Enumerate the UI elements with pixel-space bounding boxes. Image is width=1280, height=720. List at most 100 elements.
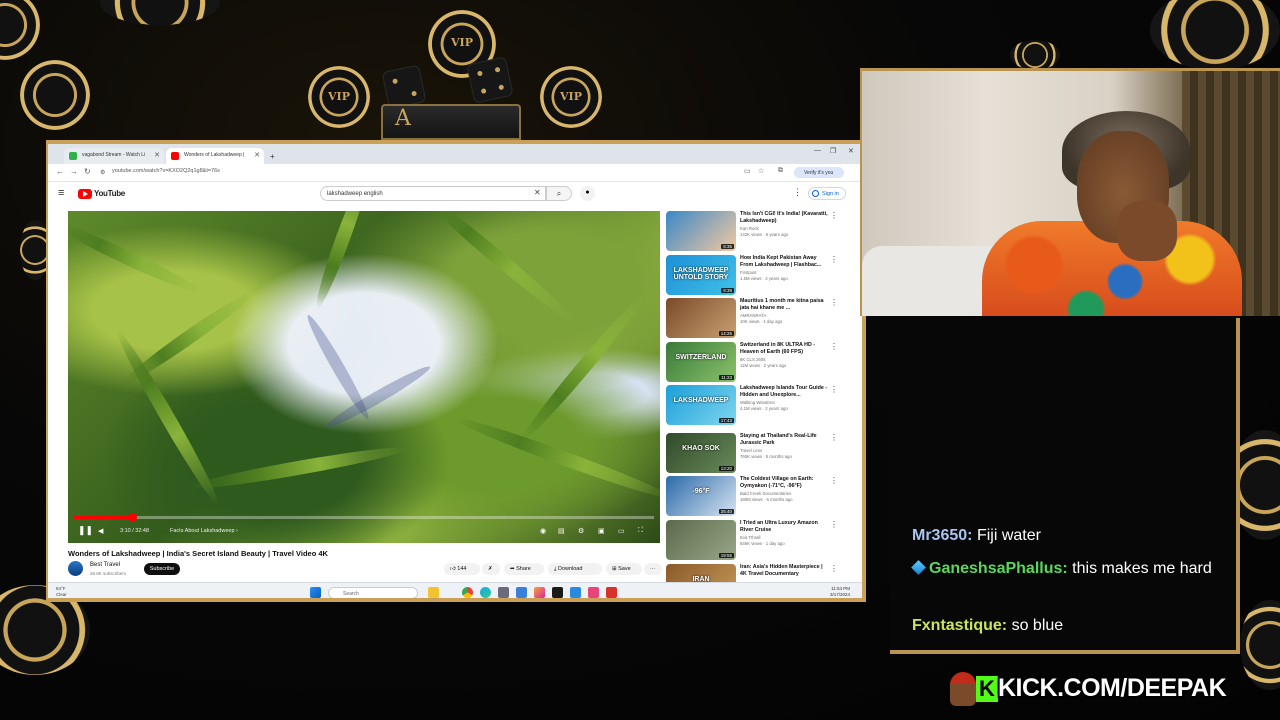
edge-icon[interactable] [480,587,491,598]
recommended-video[interactable]: LAKSHADWEEP 17:43 Lakshadweep Islands Tour… [666,385,846,429]
app-icon[interactable] [552,587,563,598]
chat-username[interactable]: Mr3650 [912,527,967,544]
recommended-title[interactable]: I Tried an Ultra Luxury Amazon River Cru… [740,520,828,534]
windows-start-icon[interactable] [310,587,321,598]
recommended-video[interactable]: 19:55 I Tried an Ultra Luxury Amazon Rive… [666,520,846,564]
more-options-icon[interactable]: ⋮ [830,520,838,529]
channel-name[interactable]: Best Travel [90,562,120,568]
recommended-title[interactable]: Lakshadweep Islands Tour Guide - Hidden … [740,385,828,399]
autoplay-toggle-icon[interactable]: ◉ [540,527,546,535]
recommended-title[interactable]: How India Kept Pakistan Away From Laksha… [740,255,828,269]
recommended-title[interactable]: Mauritius 1 month me kitna paisa jata ha… [740,298,828,312]
video-progress-bar[interactable] [74,513,654,522]
recommended-video[interactable]: KHAO SOK 13:20 Staying at Thailand's Real-… [666,433,846,477]
settings-more-icon[interactable]: ⋮ [793,187,802,198]
video-thumbnail[interactable]: LAKSHADWEEP UNTOLD STORY 9:39 [666,255,736,295]
save-button[interactable]: ⊞ Save [606,563,642,575]
like-button[interactable]: 👍︎ 144 [444,563,480,575]
video-thumbnail[interactable]: -96°F 25:40 [666,476,736,516]
cast-icon[interactable]: ▭ [744,167,751,175]
new-tab-button[interactable]: + [266,148,280,164]
share-button[interactable]: ➦ Share [504,563,544,575]
volume-icon[interactable]: ◀ [98,527,103,535]
sign-in-button[interactable]: Sign in [808,187,846,200]
dislike-button[interactable]: ✗ [482,563,500,575]
recommended-video[interactable]: 14:25 Mauritius 1 month me kitna paisa ja… [666,298,846,342]
progress-scrubber[interactable] [128,513,137,522]
more-actions-button[interactable]: ··· [644,563,662,575]
more-options-icon[interactable]: ⋮ [830,298,838,307]
close-tab-icon[interactable]: ✕ [254,151,260,159]
more-options-icon[interactable]: ⋮ [830,255,838,264]
recommended-title[interactable]: This Isn't CGI! It's India! (Kavaratti, … [740,211,828,225]
download-button[interactable]: ⤓ Download [548,563,602,575]
extensions-icon[interactable]: ⧉ [778,167,783,175]
recommended-video[interactable]: 8:35 This Isn't CGI! It's India! (Kavarat… [666,211,846,255]
more-options-icon[interactable]: ⋮ [830,385,838,394]
recommended-title[interactable]: Staying at Thailand's Real-Life Jurassic… [740,433,828,447]
close-window-icon[interactable]: ✕ [848,147,854,155]
microphone-icon[interactable]: ● [580,186,595,201]
search-input[interactable]: lakshadweep english [320,186,546,201]
more-options-icon[interactable]: ⋮ [830,342,838,351]
chat-username[interactable]: GaneshsaPhallus [929,560,1062,577]
chapter-title[interactable]: Facts About Lakshadweep › [170,528,238,534]
video-thumbnail[interactable]: SWITZERLAND 11:23 [666,342,736,382]
reload-icon[interactable]: ↻ [84,167,91,176]
video-thumbnail[interactable]: KHAO SOK 13:20 [666,433,736,473]
minimize-icon[interactable]: — [814,147,821,154]
more-options-icon[interactable]: ⋮ [830,433,838,442]
fullscreen-icon[interactable]: ⛶ [638,527,643,535]
recommended-video[interactable]: SWITZERLAND 11:23 Switzerland in 8K ULTRA … [666,342,846,386]
store-icon[interactable] [516,587,527,598]
tab-kick-stream[interactable]: vagabond Stream - Watch Li ✕ [64,148,164,164]
maximize-icon[interactable]: ❐ [830,147,836,155]
youtube-logo-icon[interactable] [78,189,92,199]
url-field[interactable]: youtube.com/watch?v=KXO2Q2q1g8&t=76s [112,168,672,178]
video-player[interactable]: ❚❚ ◀ 3:10 / 32:48 Facts About Lakshadwee… [68,211,660,543]
youtube-logo-text[interactable]: YouTube [94,189,125,198]
more-options-icon[interactable]: ⋮ [830,476,838,485]
video-thumbnail[interactable]: 8:35 [666,211,736,251]
more-options-icon[interactable]: ⋮ [830,564,838,573]
weather-widget[interactable]: 84°F Clear [56,586,67,598]
app-icon[interactable] [570,587,581,598]
file-explorer-icon[interactable] [428,587,439,598]
recommended-title[interactable]: The Coldest Village on Earth: Oymyakon (… [740,476,828,490]
miniplayer-icon[interactable]: ▣ [598,527,605,535]
recommended-title[interactable]: Switzerland in 8K ULTRA HD - Heaven of E… [740,342,828,356]
bookmark-star-icon[interactable]: ☆ [758,167,764,175]
subscribe-button[interactable]: Subscribe [144,563,180,575]
more-options-icon[interactable]: ⋮ [830,211,838,220]
site-info-icon[interactable]: ⚙ [100,169,105,176]
settings-app-icon[interactable] [498,587,509,598]
verify-button[interactable]: Verify it's you [794,167,844,178]
channel-avatar[interactable] [68,561,83,576]
recommended-video[interactable]: LAKSHADWEEP UNTOLD STORY 9:39 How India Ke… [666,255,846,299]
theater-mode-icon[interactable]: ▭ [618,527,625,535]
pause-icon[interactable]: ❚❚ [78,525,93,536]
tab-youtube-video[interactable]: Wonders of Lakshadweep | ✕ [166,148,264,164]
app-icon[interactable] [588,587,599,598]
thumbnail-caption: LAKSHADWEEP UNTOLD STORY [673,267,729,281]
chrome-icon[interactable] [462,587,473,598]
subtitles-icon[interactable]: ▤ [558,527,565,535]
chat-username[interactable]: Fxntastique [912,617,1002,634]
hamburger-menu-icon[interactable]: ≡ [58,187,64,199]
clear-search-icon[interactable]: ✕ [534,188,541,197]
instagram-icon[interactable] [534,587,545,598]
video-thumbnail[interactable]: 19:55 [666,520,736,560]
recommended-video[interactable]: -96°F 25:40 The Coldest Village on Earth: … [666,476,846,520]
taskbar-clock[interactable]: 11:54 PM 3/17/2024 [830,586,850,598]
video-thumbnail[interactable]: 14:25 [666,298,736,338]
app-icon[interactable] [606,587,617,598]
forward-icon[interactable]: → [70,167,78,176]
recommended-views: 180M views · 6 months ago [740,497,793,502]
settings-gear-icon[interactable]: ⚙ [578,527,584,535]
video-thumbnail[interactable]: LAKSHADWEEP 17:43 [666,385,736,425]
back-icon[interactable]: ← [56,167,64,176]
close-tab-icon[interactable]: ✕ [154,151,160,159]
search-button[interactable]: ⌕ [546,186,572,201]
taskbar-search-input[interactable]: Search [328,587,418,598]
recommended-title[interactable]: Iran: Asia's Hidden Masterpiece | 4K Tra… [740,564,828,578]
